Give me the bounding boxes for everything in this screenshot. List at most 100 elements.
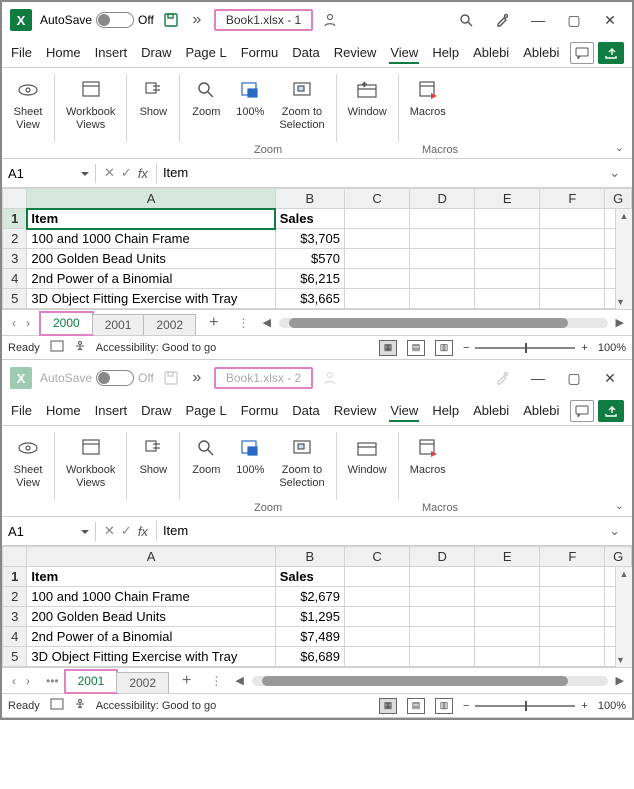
cell[interactable] [540, 607, 605, 627]
row-header[interactable]: 5 [3, 289, 27, 309]
ribbon-collapse-icon[interactable]: ⌄ [615, 141, 624, 154]
cell[interactable]: 200 Golden Bead Units [27, 249, 275, 269]
menu-formu[interactable]: Formu [234, 399, 286, 422]
show-button[interactable]: Show [133, 74, 173, 121]
row-header[interactable]: 4 [3, 627, 27, 647]
col-header-C[interactable]: C [344, 189, 409, 209]
row-header[interactable]: 3 [3, 607, 27, 627]
cell[interactable]: $1,295 [275, 607, 344, 627]
autosave-toggle[interactable]: AutoSave Off [40, 12, 154, 28]
cell[interactable] [410, 229, 475, 249]
cell[interactable] [410, 209, 475, 229]
menu-ablebi[interactable]: Ablebi [516, 41, 566, 64]
menu-help[interactable]: Help [425, 399, 466, 422]
stats-icon[interactable] [50, 698, 64, 713]
col-header-E[interactable]: E [475, 547, 540, 567]
col-header-D[interactable]: D [410, 189, 475, 209]
formula-bar[interactable]: Item⌄ [156, 521, 632, 541]
menu-ablebi[interactable]: Ablebi [466, 399, 516, 422]
sheet-tab-2002[interactable]: 2002 [143, 314, 196, 335]
cell[interactable] [475, 607, 540, 627]
col-header-G[interactable]: G [605, 547, 632, 567]
view-page-break-button[interactable]: ▥ [435, 340, 453, 356]
cell[interactable] [410, 289, 475, 309]
cell[interactable] [540, 229, 605, 249]
cell[interactable] [540, 209, 605, 229]
tab-prev-button[interactable]: ‹ [12, 674, 16, 688]
cell[interactable] [344, 647, 409, 667]
user-icon[interactable] [321, 11, 339, 29]
search-icon[interactable] [452, 6, 480, 34]
sheet-tab-2001[interactable]: 2001 [92, 314, 145, 335]
row-header[interactable]: 1 [3, 567, 27, 587]
macros-button[interactable]: Macros [405, 74, 451, 121]
col-header-B[interactable]: B [275, 547, 344, 567]
select-all-corner[interactable] [3, 547, 27, 567]
zoom-slider[interactable]: −+ [463, 342, 588, 354]
menu-data[interactable]: Data [285, 41, 326, 64]
cell[interactable] [540, 647, 605, 667]
cell[interactable] [344, 607, 409, 627]
col-header-F[interactable]: F [540, 189, 605, 209]
cell[interactable] [410, 647, 475, 667]
cell[interactable] [540, 587, 605, 607]
window-button[interactable]: +Window [343, 74, 392, 121]
cell[interactable]: 3D Object Fitting Exercise with Tray [27, 289, 275, 309]
share-button[interactable] [598, 42, 624, 64]
col-header-F[interactable]: F [540, 547, 605, 567]
name-box[interactable]: A1 [2, 522, 96, 541]
cell[interactable]: 100 and 1000 Chain Frame [27, 229, 275, 249]
cell[interactable] [410, 249, 475, 269]
minimize-button[interactable]: — [524, 6, 552, 34]
tab-divider-icon[interactable]: ⋮ [205, 674, 227, 688]
menu-page l[interactable]: Page L [179, 41, 234, 64]
chevron-down-icon[interactable] [78, 524, 89, 539]
menu-home[interactable]: Home [39, 41, 88, 64]
cell[interactable] [540, 249, 605, 269]
autosave-toggle[interactable]: AutoSave Off [40, 370, 154, 386]
close-button[interactable]: ✕ [596, 364, 624, 392]
tab-divider-icon[interactable]: ⋮ [232, 316, 254, 330]
cell[interactable] [410, 587, 475, 607]
toggle-off-icon[interactable] [96, 370, 134, 386]
menu-data[interactable]: Data [285, 399, 326, 422]
fx-icon[interactable]: fx [138, 524, 148, 539]
user-icon[interactable] [321, 369, 339, 387]
tab-scroll-left-icon[interactable]: ••• [40, 674, 65, 688]
close-button[interactable]: ✕ [596, 6, 624, 34]
col-header-D[interactable]: D [410, 547, 475, 567]
accessibility-icon[interactable] [74, 340, 86, 355]
eyedrop-icon[interactable] [488, 364, 516, 392]
cell[interactable]: $3,705 [275, 229, 344, 249]
col-header-B[interactable]: B [275, 189, 344, 209]
cell[interactable]: $6,215 [275, 269, 344, 289]
cell[interactable] [475, 587, 540, 607]
view-page-break-button[interactable]: ▥ [435, 698, 453, 714]
cell[interactable] [344, 627, 409, 647]
menu-file[interactable]: File [4, 41, 39, 64]
row-header[interactable]: 1 [3, 209, 27, 229]
comments-button[interactable] [570, 42, 594, 64]
menu-page l[interactable]: Page L [179, 399, 234, 422]
cell[interactable] [475, 209, 540, 229]
menu-review[interactable]: Review [327, 399, 384, 422]
tab-next-button[interactable]: › [26, 316, 30, 330]
cell[interactable]: Sales [275, 567, 344, 587]
cell[interactable] [344, 567, 409, 587]
cell[interactable] [475, 567, 540, 587]
menu-ablebi[interactable]: Ablebi [516, 399, 566, 422]
toggle-off-icon[interactable] [96, 12, 134, 28]
zoom-slider[interactable]: −+ [463, 700, 588, 712]
workbook-views-button[interactable]: WorkbookViews [61, 432, 120, 491]
cell[interactable] [410, 567, 475, 587]
sheet-view-button[interactable]: SheetView [8, 432, 48, 491]
menu-view[interactable]: View [383, 41, 425, 64]
maximize-button[interactable]: ▢ [560, 364, 588, 392]
cell[interactable] [540, 269, 605, 289]
cancel-formula-icon[interactable]: ✕ [104, 165, 115, 181]
select-all-corner[interactable] [3, 189, 27, 209]
comments-button[interactable] [570, 400, 594, 422]
cell[interactable] [344, 229, 409, 249]
ribbon-collapse-icon[interactable]: ⌄ [615, 499, 624, 512]
fx-icon[interactable]: fx [138, 166, 148, 181]
